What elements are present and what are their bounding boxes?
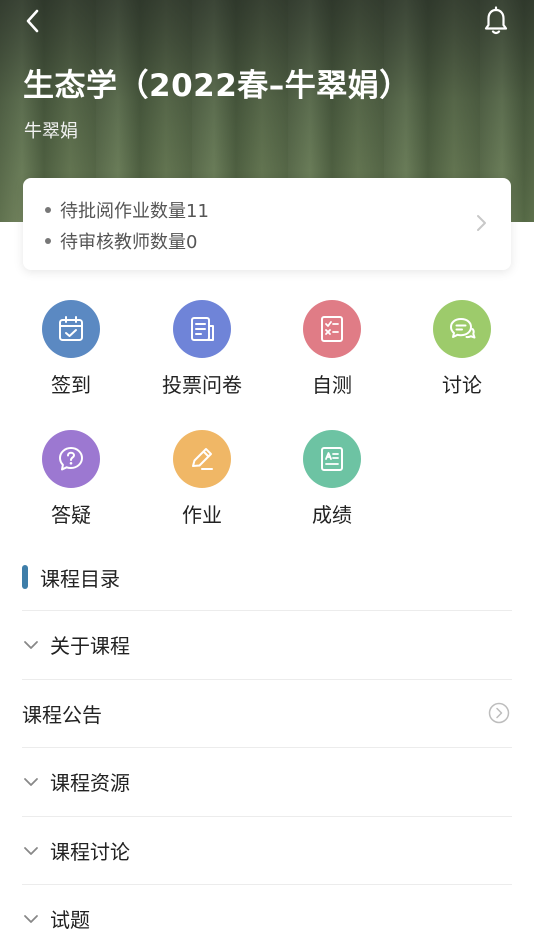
selftest-label: 自测 (312, 373, 352, 397)
homework-icon-circle (173, 430, 231, 488)
teacher-name: 牛翠娟 (24, 121, 78, 142)
checkin-icon-circle (42, 300, 100, 358)
feature-homework[interactable]: 作业 (152, 430, 252, 528)
grades-icon-circle (303, 430, 361, 488)
survey-label: 投票问卷 (162, 373, 242, 397)
chat-bubbles-icon (450, 318, 476, 339)
discussion-icon-circle (433, 300, 491, 358)
catalog-row-about[interactable]: 关于课程 (22, 610, 512, 678)
survey-icon-circle (173, 300, 231, 358)
calendar-check-icon (59, 316, 83, 341)
section-accent-bar (22, 565, 28, 589)
chevron-left-icon (26, 9, 39, 33)
pending-teacher-text: 待审核教师数量0 (60, 232, 198, 253)
qa-icon-circle (42, 430, 100, 488)
grades-label: 成绩 (312, 503, 352, 527)
feature-qa[interactable]: 答疑 (21, 430, 121, 528)
catalog-row-label: 关于课程 (50, 634, 130, 658)
chevron-down-icon (24, 640, 38, 649)
catalog-row-label: 课程讨论 (50, 840, 130, 864)
catalog-row-label: 课程公告 (22, 703, 102, 727)
course-title: 生态学（2022春–牛翠娟） (23, 68, 411, 104)
qa-label: 答疑 (51, 503, 91, 527)
discussion-label: 讨论 (442, 373, 482, 397)
circle-arrow-right-icon (488, 702, 510, 724)
back-button[interactable] (18, 6, 48, 36)
catalog-row-label: 试题 (50, 908, 90, 932)
catalog-row-announcements[interactable]: 课程公告 (22, 679, 512, 747)
pending-teacher-item: 待审核教师数量0 (45, 228, 197, 254)
catalog-row-discussion[interactable]: 课程讨论 (22, 816, 512, 884)
bullet-dot (45, 207, 51, 213)
bullet-dot (45, 238, 51, 244)
pending-homework-item: 待批阅作业数量11 (45, 197, 209, 223)
pending-homework-text: 待批阅作业数量11 (60, 201, 209, 222)
chevron-down-icon (24, 914, 38, 923)
feature-checkin[interactable]: 签到 (21, 300, 121, 398)
feature-selftest[interactable]: 自测 (282, 300, 382, 398)
chevron-right-icon (477, 215, 486, 231)
notification-button[interactable] (482, 6, 510, 36)
bell-icon (484, 6, 508, 35)
grade-doc-icon (321, 447, 343, 471)
catalog-header: 课程目录 (22, 562, 120, 592)
quiz-icon (321, 316, 343, 342)
selftest-icon-circle (303, 300, 361, 358)
homework-label: 作业 (182, 503, 222, 527)
feature-survey[interactable]: 投票问卷 (152, 300, 252, 398)
feature-grades[interactable]: 成绩 (282, 430, 382, 528)
pending-tasks-card[interactable]: 待批阅作业数量11 待审核教师数量0 (23, 178, 511, 270)
pencil-icon (192, 448, 213, 470)
question-bubble-icon (59, 447, 83, 471)
catalog-row-questions[interactable]: 试题 (22, 884, 512, 950)
chevron-down-icon (24, 846, 38, 855)
chevron-down-icon (24, 777, 38, 786)
catalog-row-label: 课程资源 (50, 771, 130, 795)
survey-icon (191, 317, 214, 341)
checkin-label: 签到 (51, 373, 91, 397)
catalog-row-resources[interactable]: 课程资源 (22, 747, 512, 815)
feature-discussion[interactable]: 讨论 (412, 300, 512, 398)
catalog-title: 课程目录 (40, 566, 120, 591)
